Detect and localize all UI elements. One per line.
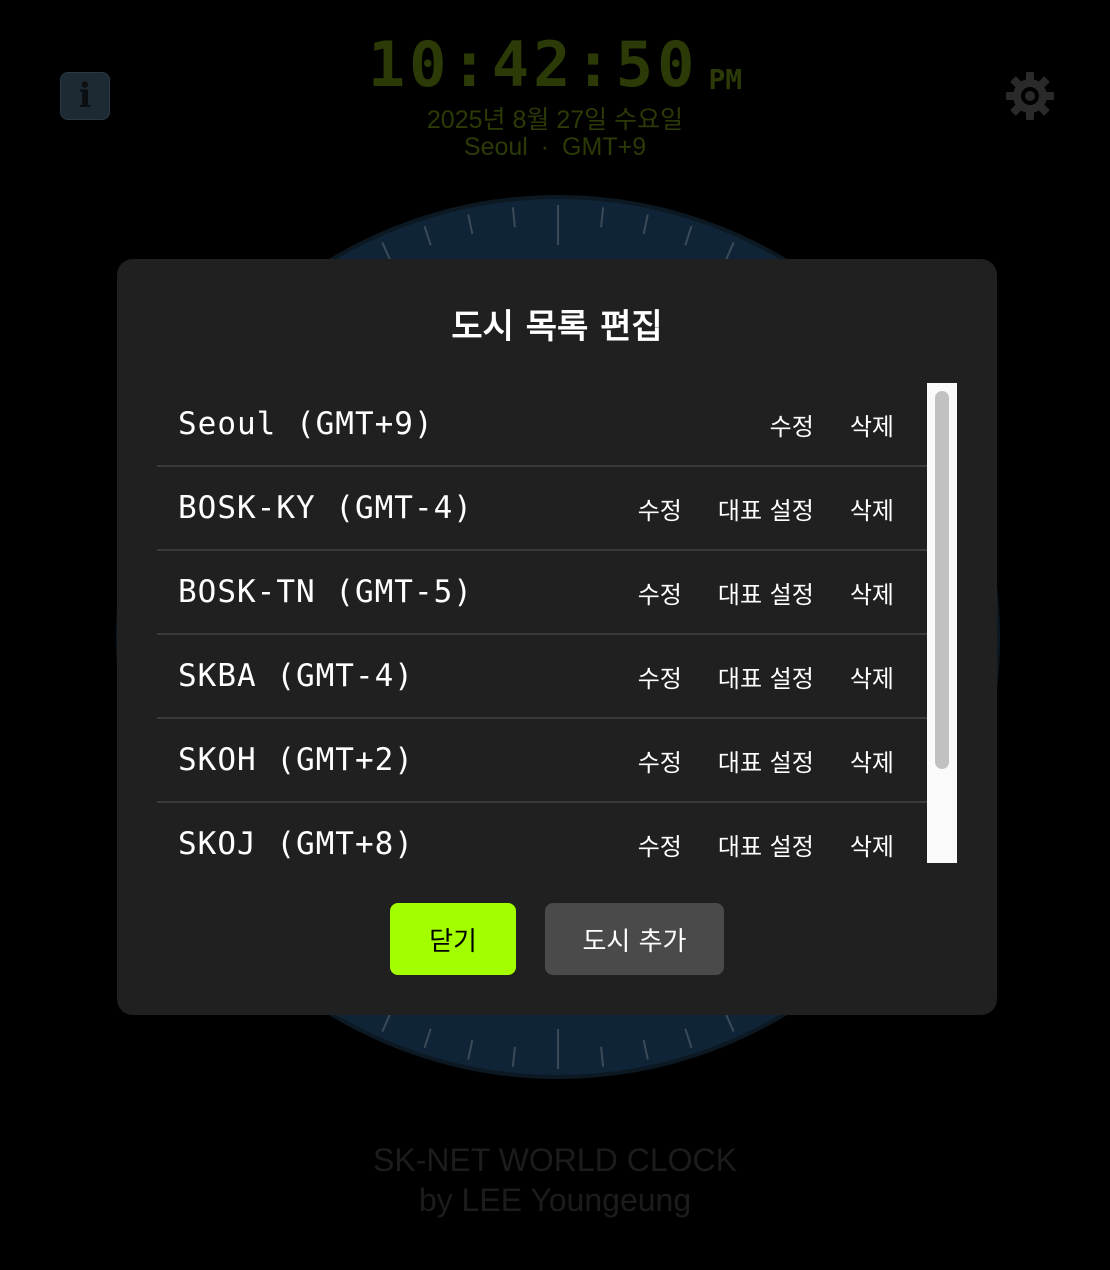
edit-button[interactable]: 수정 xyxy=(638,827,682,862)
dialog-title: 도시 목록 편집 xyxy=(451,307,663,347)
edit-button[interactable]: 수정 xyxy=(638,659,682,694)
set-primary-button[interactable]: 대표 설정 xyxy=(718,575,814,610)
city-row: BOSK-KY (GMT-4) 수정 대표 설정 삭제 xyxy=(157,467,927,551)
delete-button[interactable]: 삭제 xyxy=(850,743,894,778)
clock-time: 10:42:50 xyxy=(367,28,699,101)
city-list: Seoul (GMT+9) 수정 삭제 BOSK-KY (GMT-4) 수정 대… xyxy=(157,383,927,863)
city-name: SKOJ (GMT+8) xyxy=(178,826,414,862)
clock-location: Seoul · GMT+9 xyxy=(463,133,647,161)
set-primary-button[interactable]: 대표 설정 xyxy=(718,743,814,778)
set-primary-button[interactable]: 대표 설정 xyxy=(718,491,814,526)
app-author: by LEE Youngeung xyxy=(418,1182,692,1218)
add-city-button[interactable]: 도시 추가 xyxy=(545,903,724,975)
set-primary-button[interactable]: 대표 설정 xyxy=(718,827,814,862)
delete-button[interactable]: 삭제 xyxy=(850,575,894,610)
city-row: Seoul (GMT+9) 수정 삭제 xyxy=(157,383,927,467)
app-credits: SK-NET WORLD CLOCK by LEE Youngeung xyxy=(0,1140,1110,1220)
city-name: SKBA (GMT-4) xyxy=(178,658,414,694)
city-row: SKBA (GMT-4) 수정 대표 설정 삭제 xyxy=(157,635,927,719)
edit-button[interactable]: 수정 xyxy=(638,743,682,778)
clock-date: 2025년 8월 27일 수요일 xyxy=(426,106,684,134)
edit-button[interactable]: 수정 xyxy=(638,491,682,526)
delete-button[interactable]: 삭제 xyxy=(850,407,894,442)
city-name: BOSK-KY (GMT-4) xyxy=(178,490,473,526)
city-row: SKOH (GMT+2) 수정 대표 설정 삭제 xyxy=(157,719,927,803)
edit-city-list-dialog: 도시 목록 편집 Seoul (GMT+9) 수정 삭제 BOSK-KY (GM… xyxy=(117,259,997,1015)
delete-button[interactable]: 삭제 xyxy=(850,491,894,526)
city-row: BOSK-TN (GMT-5) 수정 대표 설정 삭제 xyxy=(157,551,927,635)
city-name: Seoul (GMT+9) xyxy=(178,406,434,442)
city-name: SKOH (GMT+2) xyxy=(178,742,414,778)
scrollbar-thumb[interactable] xyxy=(935,391,949,769)
clock-ampm: PM xyxy=(708,63,743,96)
close-button[interactable]: 닫기 xyxy=(390,903,516,975)
edit-button[interactable]: 수정 xyxy=(638,575,682,610)
set-primary-button[interactable]: 대표 설정 xyxy=(718,659,814,694)
city-row: SKOJ (GMT+8) 수정 대표 설정 삭제 xyxy=(157,803,927,863)
app-name: SK-NET WORLD CLOCK xyxy=(373,1142,737,1178)
scrollbar[interactable] xyxy=(927,383,957,863)
edit-button[interactable]: 수정 xyxy=(770,407,814,442)
delete-button[interactable]: 삭제 xyxy=(850,827,894,862)
delete-button[interactable]: 삭제 xyxy=(850,659,894,694)
digital-clock: 10:42:50 PM xyxy=(0,30,1110,100)
city-name: BOSK-TN (GMT-5) xyxy=(178,574,473,610)
